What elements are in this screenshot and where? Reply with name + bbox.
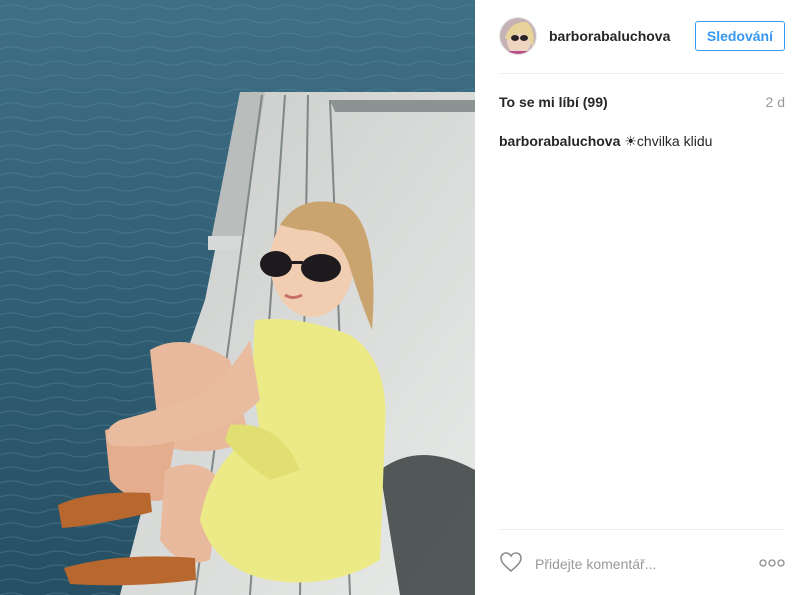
post-details-panel: barborabaluchova Sledování To se mi líbí… bbox=[475, 0, 805, 595]
follow-button[interactable]: Sledování bbox=[694, 21, 785, 51]
post-photo[interactable] bbox=[0, 0, 475, 595]
likes-count[interactable]: To se mi líbí (99) bbox=[499, 94, 608, 110]
caption-username[interactable]: barborabaluchova bbox=[499, 133, 620, 149]
post-username[interactable]: barborabaluchova bbox=[549, 28, 695, 44]
avatar[interactable] bbox=[499, 17, 537, 55]
ellipsis-icon[interactable] bbox=[759, 555, 785, 573]
heart-outline-icon[interactable] bbox=[499, 551, 523, 578]
post-header: barborabaluchova Sledování bbox=[499, 14, 785, 58]
comment-input[interactable] bbox=[533, 555, 759, 573]
likes-row: To se mi líbí (99) 2 d bbox=[499, 94, 785, 110]
caption: barborabaluchova ☀chvilka klidu bbox=[499, 133, 785, 150]
divider bbox=[499, 529, 785, 530]
post-age[interactable]: 2 d bbox=[766, 94, 785, 110]
caption-text: ☀chvilka klidu bbox=[624, 133, 713, 149]
divider bbox=[499, 73, 785, 74]
comment-bar bbox=[499, 550, 785, 578]
